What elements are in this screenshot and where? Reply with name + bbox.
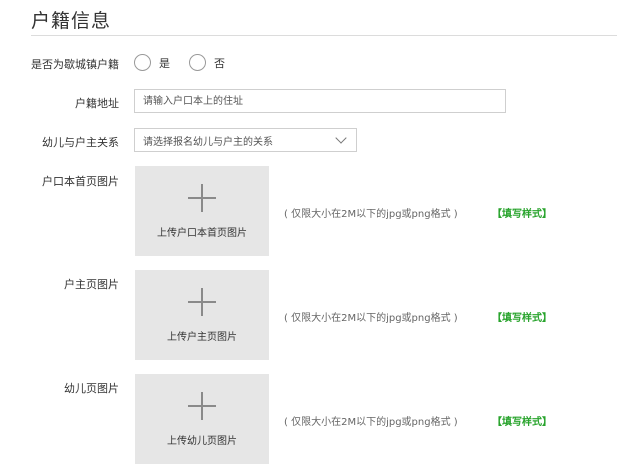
relation-label: 幼儿与户主关系 — [42, 136, 119, 149]
chevron-down-icon — [335, 132, 347, 144]
sample-link[interactable]: 【填写样式】 — [492, 309, 552, 324]
radio-no-label: 否 — [214, 56, 225, 70]
upload-hint: ( 仅限大小在2M以下的jpg或png格式 ) — [284, 313, 458, 324]
relation-select[interactable]: 请选择报名幼儿与户主的关系 — [134, 128, 357, 152]
upload-child-page-button[interactable]: 上传幼儿页图片 — [135, 374, 269, 464]
page-title: 户籍信息 — [31, 10, 112, 32]
plus-icon — [188, 288, 216, 316]
local-hukou-label: 是否为歇城镇户籍 — [31, 58, 119, 71]
upload-householder-page-button[interactable]: 上传户主页图片 — [135, 270, 269, 360]
address-input[interactable] — [134, 89, 506, 113]
upload-label-householder-page: 户主页图片 — [64, 278, 119, 291]
radio-yes[interactable]: 是 — [134, 54, 170, 71]
upload-household-first-page-button[interactable]: 上传户口本首页图片 — [135, 166, 269, 256]
upload-button-label: 上传户口本首页图片 — [157, 228, 247, 239]
upload-hint: ( 仅限大小在2M以下的jpg或png格式 ) — [284, 209, 458, 220]
title-divider — [31, 35, 617, 36]
upload-button-label: 上传幼儿页图片 — [167, 436, 237, 447]
sample-link[interactable]: 【填写样式】 — [492, 205, 552, 220]
relation-select-text: 请选择报名幼儿与户主的关系 — [143, 136, 273, 148]
upload-hint: ( 仅限大小在2M以下的jpg或png格式 ) — [284, 417, 458, 428]
radio-yes-circle[interactable] — [134, 54, 151, 71]
upload-button-label: 上传户主页图片 — [167, 332, 237, 343]
upload-label-child-page: 幼儿页图片 — [64, 382, 119, 395]
address-label: 户籍地址 — [75, 97, 119, 110]
radio-no[interactable]: 否 — [189, 54, 225, 71]
sample-link[interactable]: 【填写样式】 — [492, 413, 552, 428]
plus-icon — [188, 392, 216, 420]
plus-icon — [188, 184, 216, 212]
radio-no-circle[interactable] — [189, 54, 206, 71]
radio-yes-label: 是 — [159, 56, 170, 70]
upload-label-household-first-page: 户口本首页图片 — [42, 175, 119, 188]
